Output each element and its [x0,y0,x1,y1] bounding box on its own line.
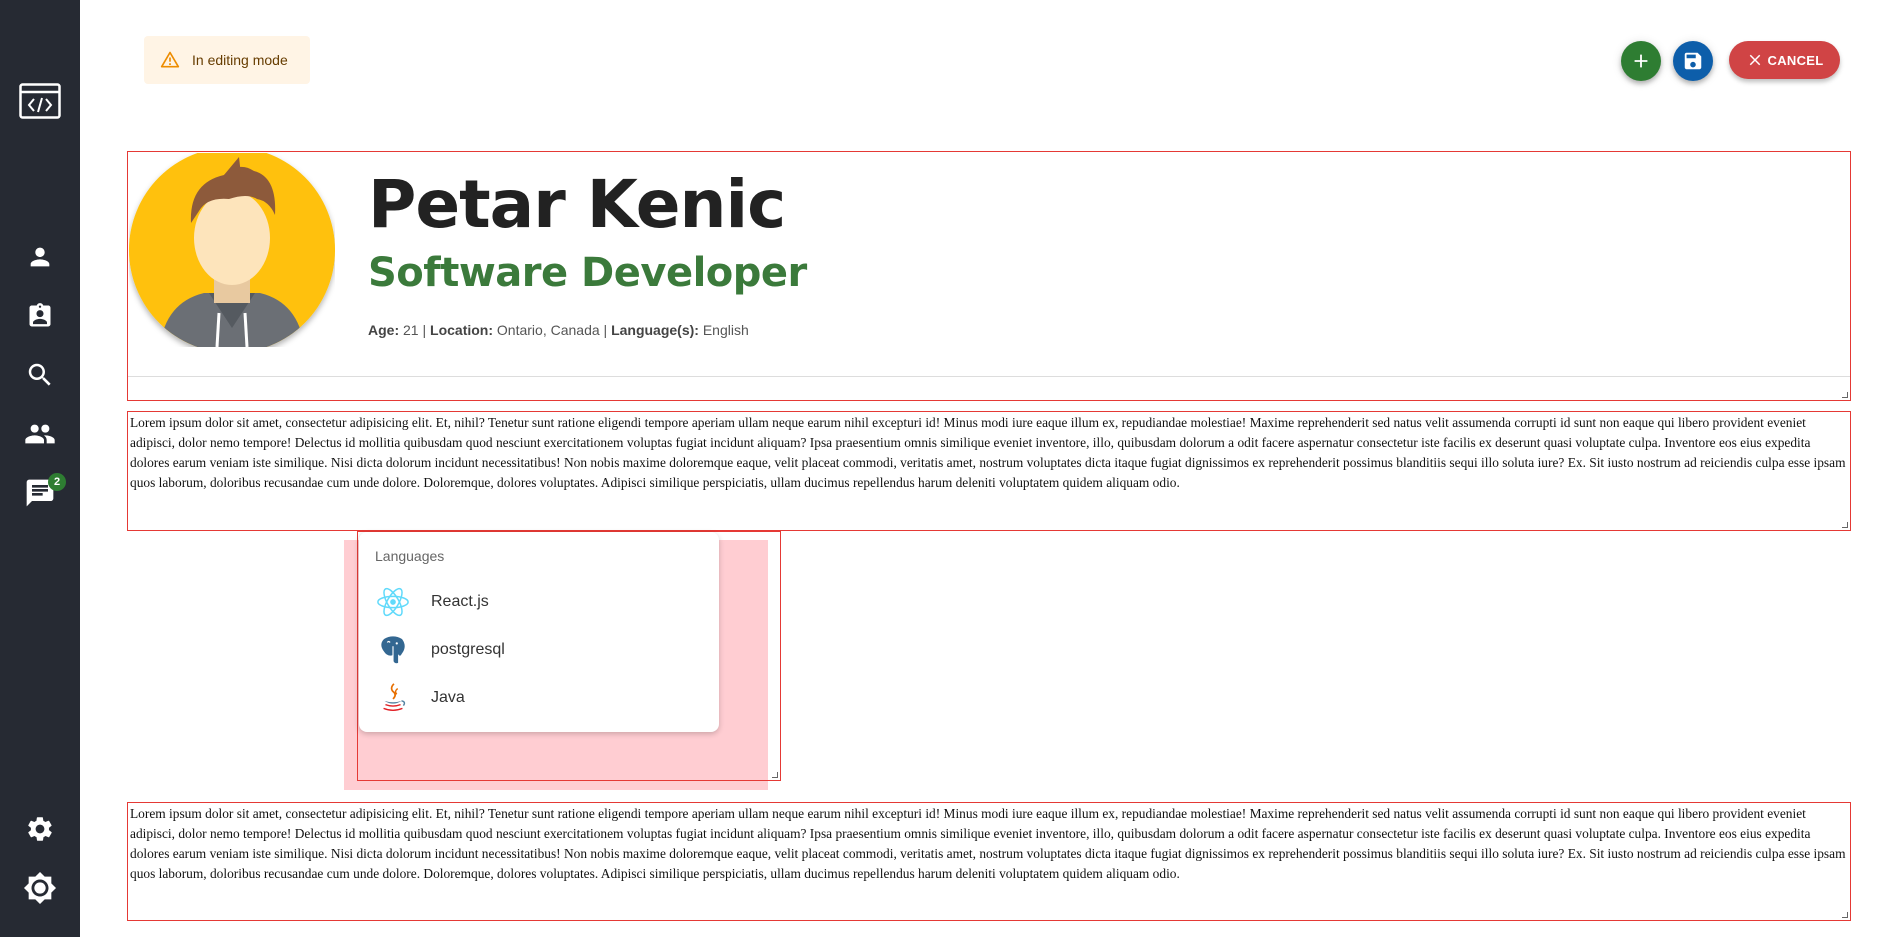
people-icon [25,424,55,444]
text-block-2[interactable]: Lorem ipsum dolor sit amet, consectetur … [127,802,1851,921]
language-label: postgresql [431,641,505,658]
language-item-java[interactable]: Java [359,674,719,722]
search-icon [28,363,51,386]
profile-meta: Age: 21 | Location: Ontario, Canada | La… [368,322,749,338]
location-label: Location: [430,322,494,338]
gear-icon [28,817,52,841]
sidebar-item-resume[interactable] [0,292,80,340]
age-value: 21 [403,322,419,338]
languages-title: Languages [375,548,445,564]
avatar [129,153,335,347]
language-label: React.js [431,593,489,610]
languages-label: Language(s): [611,322,699,338]
add-button[interactable] [1621,41,1661,81]
close-icon [1749,54,1760,66]
resize-handle[interactable] [1842,522,1848,528]
react-icon [375,584,411,620]
resize-handle[interactable] [772,772,778,778]
location-value: Ontario, Canada [496,322,600,338]
code-window-icon [19,83,61,119]
text-block-content: Lorem ipsum dolor sit amet, consectetur … [130,415,1846,490]
resize-handle[interactable] [1842,912,1848,918]
meta-separator: | [603,322,608,338]
language-item-react[interactable]: React.js [359,578,719,626]
sidebar-item-theme[interactable] [0,864,80,912]
save-button[interactable] [1673,41,1713,81]
sidebar-item-search[interactable] [0,351,80,399]
text-block-1[interactable]: Lorem ipsum dolor sit amet, consectetur … [127,411,1851,531]
profile-role: Software Developer [368,250,807,296]
sidebar-item-home[interactable] [0,77,80,125]
resize-handle[interactable] [1842,392,1848,398]
cancel-button[interactable]: CANCEL [1729,41,1840,79]
person-icon [30,247,50,267]
header-divider [128,376,1850,377]
editing-mode-alert: In editing mode [144,36,310,84]
age-label: Age: [368,322,400,338]
alert-text: In editing mode [192,52,288,68]
sidebar-item-messages[interactable]: 2 [0,469,80,517]
language-item-postgresql[interactable]: postgresql [359,626,719,674]
sidebar-item-profile[interactable] [0,233,80,281]
languages-card: Languages React.js postgresql Java [359,532,719,732]
postgresql-icon [375,632,411,668]
save-icon [1684,52,1702,70]
language-label: Java [431,689,465,706]
cancel-label: CANCEL [1767,52,1824,68]
meta-separator: | [422,322,427,338]
warning-icon [160,51,180,68]
messages-badge: 2 [48,473,66,491]
profile-header[interactable]: Petar Kenic Software Developer Age: 21 |… [127,151,1851,401]
sidebar-item-settings[interactable] [0,805,80,853]
plus-icon [1634,54,1648,68]
sidebar: 2 [0,0,80,937]
java-icon [375,680,411,716]
brightness-icon [23,871,57,905]
sidebar-item-people[interactable] [0,410,80,458]
languages-value: English [702,322,749,338]
profile-name: Petar Kenic [368,166,786,243]
clipboard-user-icon [29,303,51,327]
text-block-content: Lorem ipsum dolor sit amet, consectetur … [130,806,1846,881]
